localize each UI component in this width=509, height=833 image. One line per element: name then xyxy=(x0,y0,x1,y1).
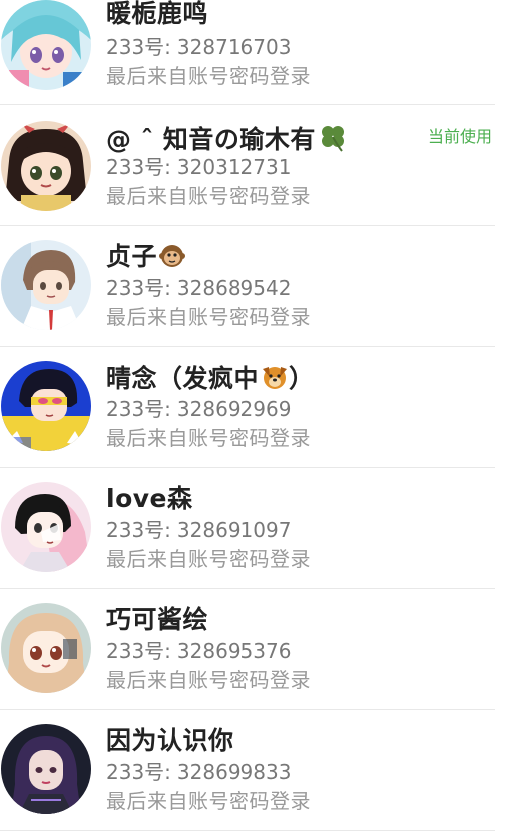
four-leaf-clover-icon xyxy=(318,122,348,159)
account-row[interactable]: 晴念（发疯中） 233号: 328692969 最后来自账号密码登录 xyxy=(0,347,495,468)
avatar-image-icon xyxy=(1,240,91,330)
account-id: 233号: 328691097 xyxy=(106,518,292,542)
last-login-hint: 最后来自账号密码登录 xyxy=(106,668,311,692)
monkey-face-icon xyxy=(159,243,186,276)
avatar-image-icon xyxy=(1,0,91,90)
last-login-hint: 最后来自账号密码登录 xyxy=(106,426,311,450)
account-id: 233号: 328689542 xyxy=(106,276,292,300)
account-row[interactable]: 暖栀鹿鸣 233号: 328716703 最后来自账号密码登录 xyxy=(0,0,495,105)
account-row[interactable]: love森 233号: 328691097 最后来自账号密码登录 xyxy=(0,468,495,589)
avatar xyxy=(1,724,91,814)
last-login-hint: 最后来自账号密码登录 xyxy=(106,547,311,571)
avatar xyxy=(1,482,91,572)
account-row[interactable]: @ ˆ 知音の瑜木有 当前使用 233号: 320312731 最后来自账号密码登… xyxy=(0,105,495,226)
current-account-badge: 当前使用 xyxy=(427,127,492,146)
avatar-image-icon xyxy=(1,724,91,814)
avatar-image-icon xyxy=(1,121,91,211)
account-row[interactable]: 贞子 233号: 328689542 最后来自账号密码登录 xyxy=(0,226,495,347)
last-login-hint: 最后来自账号密码登录 xyxy=(106,184,311,208)
account-name: love森 xyxy=(106,484,193,513)
account-row[interactable]: 因为认识你 233号: 328699833 最后来自账号密码登录 xyxy=(0,710,495,831)
account-name: 巧可酱绘 xyxy=(106,605,209,634)
account-name: 暖栀鹿鸣 xyxy=(106,0,209,28)
account-name: @ ˆ 知音の瑜木有 xyxy=(106,122,348,159)
avatar xyxy=(1,0,91,90)
account-name: 因为认识你 xyxy=(106,726,234,755)
last-login-hint: 最后来自账号密码登录 xyxy=(106,305,311,329)
avatar xyxy=(1,361,91,451)
dog-face-icon xyxy=(261,363,289,398)
last-login-hint: 最后来自账号密码登录 xyxy=(106,789,311,813)
avatar-image-icon xyxy=(1,361,91,451)
avatar xyxy=(1,240,91,330)
account-id: 233号: 328692969 xyxy=(106,397,292,421)
account-id: 233号: 328699833 xyxy=(106,760,292,784)
avatar-image-icon xyxy=(1,482,91,572)
account-id: 233号: 328695376 xyxy=(106,639,292,663)
account-id: 233号: 320312731 xyxy=(106,155,292,179)
avatar-image-icon xyxy=(1,603,91,693)
account-row[interactable]: 巧可酱绘 233号: 328695376 最后来自账号密码登录 xyxy=(0,589,495,710)
row-divider xyxy=(0,830,495,831)
last-login-hint: 最后来自账号密码登录 xyxy=(106,64,311,88)
account-name: 晴念（发疯中） xyxy=(106,363,315,398)
account-id: 233号: 328716703 xyxy=(106,35,292,59)
avatar xyxy=(1,121,91,211)
avatar xyxy=(1,603,91,693)
account-name: 贞子 xyxy=(106,242,186,276)
